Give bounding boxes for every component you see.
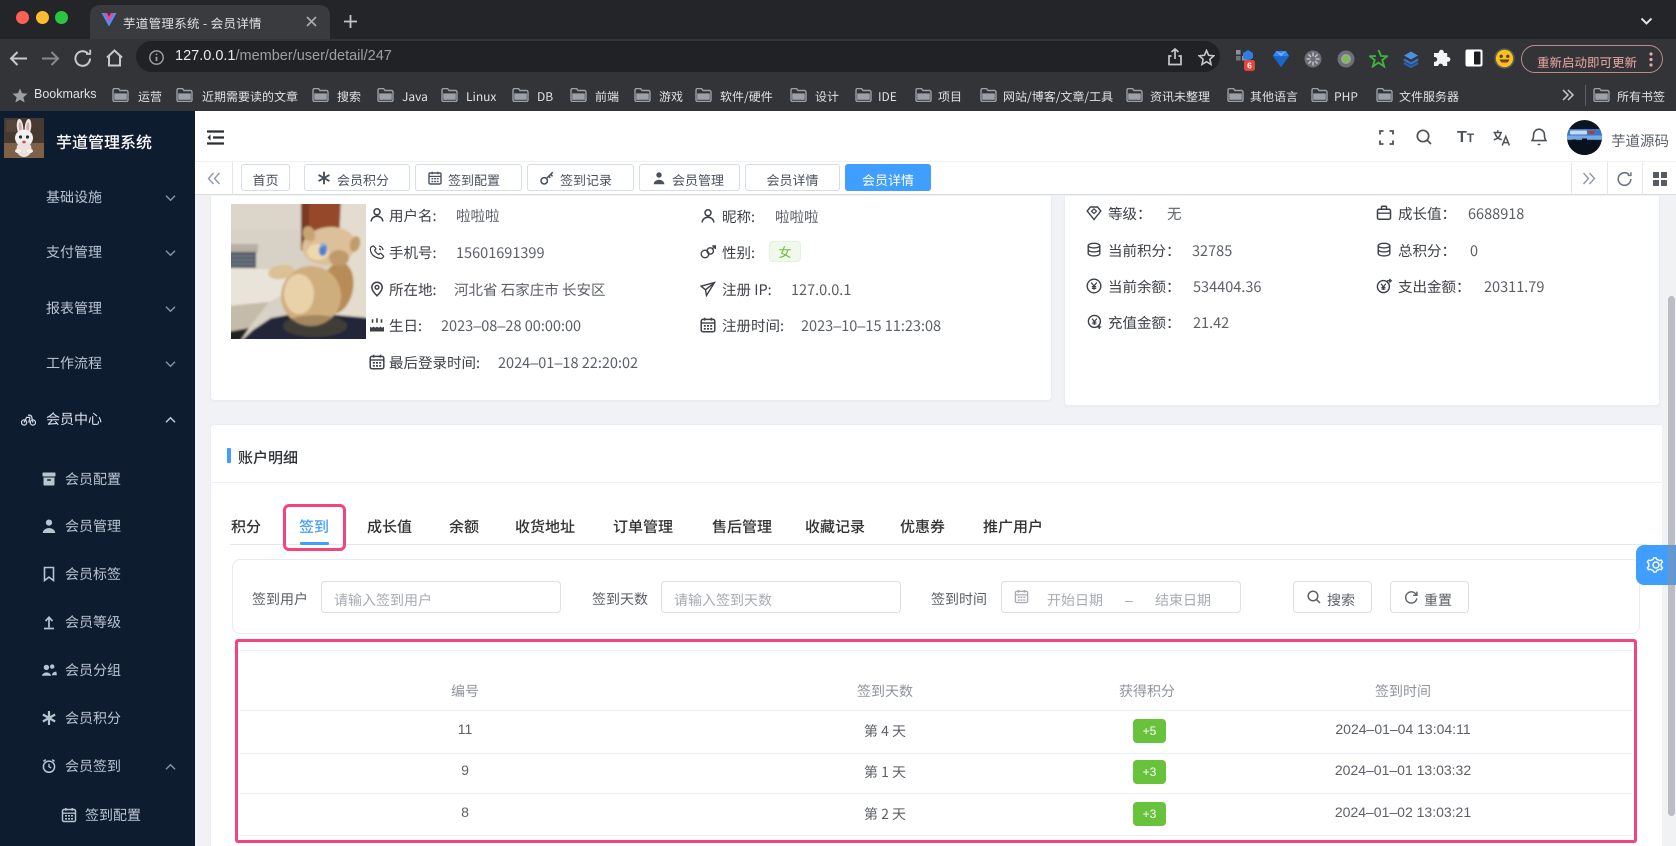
svg-text:6: 6 [1247, 61, 1252, 71]
